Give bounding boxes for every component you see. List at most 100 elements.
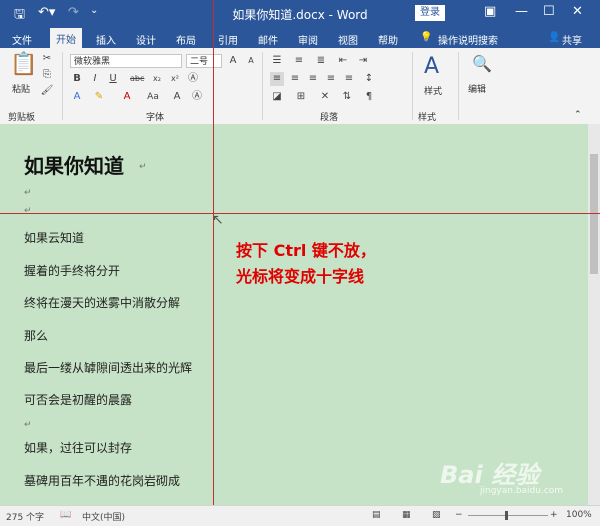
tab-file[interactable]: 文件 — [12, 32, 32, 47]
justify-icon[interactable]: ≡ — [324, 72, 338, 86]
document-line: 如果，过往可以封存 — [24, 441, 133, 455]
superscript-icon[interactable]: x² — [168, 72, 182, 86]
tab-view[interactable]: 视图 — [338, 32, 358, 47]
share-button[interactable]: 共享 — [562, 32, 582, 47]
editing-button[interactable]: 编辑 — [468, 82, 486, 95]
separator — [262, 52, 263, 120]
zoom-out-icon[interactable]: − — [455, 510, 463, 520]
collapse-ribbon-icon[interactable]: ⌃ — [574, 110, 582, 120]
zoom-slider-thumb[interactable] — [505, 511, 508, 520]
styles-button[interactable]: 样式 — [424, 84, 442, 97]
ribbon: 📋 粘贴 ✂ ⎘ 🖌 剪贴板 微软雅黑 二号 A A B I U abc x₂ … — [0, 48, 600, 125]
document-line: 那么 — [24, 329, 49, 343]
align-center-icon[interactable]: ≡ — [288, 72, 302, 86]
find-icon[interactable]: 🔍 — [472, 54, 492, 73]
font-name-select[interactable]: 微软雅黑 — [70, 54, 182, 68]
font-color-icon[interactable]: A — [120, 90, 134, 104]
borders-icon[interactable]: ⊞ — [294, 90, 308, 104]
strikethrough-icon[interactable]: abc — [130, 72, 144, 86]
title-bar: 🖫 ↶▾ ↷ ⌄ 如果你知道.docx - Word 登录 ▣ — ☐ ✕ — [0, 0, 600, 28]
maximize-icon[interactable]: ☐ — [543, 4, 555, 19]
underline-icon[interactable]: U — [106, 72, 120, 86]
document-line: 握着的手终将分开 — [24, 264, 121, 278]
italic-icon[interactable]: I — [88, 72, 102, 86]
increase-indent-icon[interactable]: ⇥ — [356, 54, 370, 68]
font-group-label: 字体 — [146, 113, 165, 123]
styles-group-label: 样式 — [418, 113, 437, 123]
read-mode-icon[interactable]: ▤ — [372, 510, 381, 520]
document-heading: 如果你知道 — [24, 154, 124, 178]
scroll-thumb[interactable] — [590, 154, 598, 274]
tab-layout[interactable]: 布局 — [176, 32, 196, 47]
font-size-select[interactable]: 二号 — [186, 54, 222, 68]
vertical-scrollbar[interactable] — [588, 124, 600, 505]
sort-icon[interactable]: ⇅ — [340, 90, 354, 104]
multilevel-list-icon[interactable]: ≣ — [314, 54, 328, 68]
paragraph-mark: ↵ — [24, 420, 32, 430]
clipboard-group-label: 剪贴板 — [8, 113, 36, 123]
enclose-char-icon[interactable]: Ⓐ — [190, 90, 204, 104]
align-right-icon[interactable]: ≡ — [306, 72, 320, 86]
text-effects-icon[interactable]: A — [70, 90, 84, 104]
tab-references[interactable]: 引用 — [218, 32, 238, 47]
shading-icon[interactable]: ◪ — [270, 90, 284, 104]
baidu-watermark: Bai 经验 — [440, 461, 540, 489]
subscript-icon[interactable]: x₂ — [150, 72, 164, 86]
separator — [458, 52, 459, 120]
cut-icon[interactable]: ✂ — [40, 52, 54, 66]
minimize-icon[interactable]: — — [515, 4, 528, 19]
styles-icon[interactable]: A — [424, 54, 439, 79]
char-shading-icon[interactable]: A — [170, 90, 184, 104]
tab-mailings[interactable]: 邮件 — [258, 32, 278, 47]
align-left-icon[interactable]: ≡ — [270, 72, 284, 86]
ribbon-display-icon[interactable]: ▣ — [484, 4, 496, 19]
document-line: 最后一缕从罅隙间透出来的光辉 — [24, 361, 193, 375]
tab-help[interactable]: 帮助 — [378, 32, 398, 47]
tab-review[interactable]: 审阅 — [298, 32, 318, 47]
tell-me-search[interactable]: 操作说明搜索 — [438, 32, 498, 47]
numbering-icon[interactable]: ≡ — [292, 54, 306, 68]
bullets-icon[interactable]: ☰ — [270, 54, 284, 68]
close-icon[interactable]: ✕ — [572, 4, 583, 19]
clear-format-icon[interactable]: Ⓐ — [186, 72, 200, 86]
show-marks-icon[interactable]: ¶ — [362, 90, 376, 104]
format-painter-icon[interactable]: 🖌 — [40, 84, 54, 98]
zoom-in-icon[interactable]: + — [550, 510, 558, 520]
paste-icon[interactable]: 📋 — [10, 52, 37, 77]
chinese-layout-icon[interactable]: ✕ — [318, 90, 332, 104]
paragraph-mark: ↵ — [24, 188, 32, 198]
paragraph-mark: ↵ — [139, 162, 147, 172]
line-spacing-icon[interactable]: ↕ — [362, 72, 376, 86]
proofing-icon[interactable]: 📖 — [60, 510, 71, 520]
zoom-slider[interactable] — [468, 515, 548, 516]
annotation-line-2: 光标将变成十字线 — [236, 267, 365, 286]
grow-font-icon[interactable]: A — [226, 54, 240, 68]
separator — [62, 52, 63, 120]
shrink-font-icon[interactable]: A — [244, 54, 258, 68]
tab-design[interactable]: 设计 — [136, 32, 156, 47]
lightbulb-icon: 💡 — [420, 32, 433, 43]
document-line: 终将在漫天的迷雾中消散分解 — [24, 296, 181, 310]
print-layout-icon[interactable]: ▦ — [402, 510, 411, 520]
web-layout-icon[interactable]: ▧ — [432, 510, 441, 520]
bold-icon[interactable]: B — [70, 72, 84, 86]
ribbon-tabs: 文件 开始 插入 设计 布局 引用 邮件 审阅 视图 帮助 💡 操作说明搜索 👤… — [0, 28, 600, 48]
zoom-level[interactable]: 100% — [566, 510, 592, 520]
distributed-icon[interactable]: ≡ — [342, 72, 356, 86]
copy-icon[interactable]: ⎘ — [40, 68, 54, 82]
change-case-icon[interactable]: Aa — [146, 90, 160, 104]
paragraph-mark: ↵ — [24, 206, 32, 216]
paragraph-group-label: 段落 — [320, 113, 339, 123]
document-line: 墓碑用百年不遇的花岗岩砌成 — [24, 474, 181, 488]
login-button[interactable]: 登录 — [415, 5, 445, 21]
language-indicator[interactable]: 中文(中国) — [82, 510, 125, 523]
annotation-line-1: 按下 Ctrl 键不放， — [236, 241, 376, 260]
document-line: 可否会是初醒的晨露 — [24, 393, 133, 407]
paste-button[interactable]: 粘贴 — [12, 82, 30, 95]
document-line: 如果云知道 — [24, 231, 85, 245]
tab-home[interactable]: 开始 — [50, 28, 82, 48]
word-count[interactable]: 275 个字 — [6, 510, 44, 523]
highlight-icon[interactable]: ✎ — [92, 90, 106, 104]
decrease-indent-icon[interactable]: ⇤ — [336, 54, 350, 68]
tab-insert[interactable]: 插入 — [96, 32, 116, 47]
